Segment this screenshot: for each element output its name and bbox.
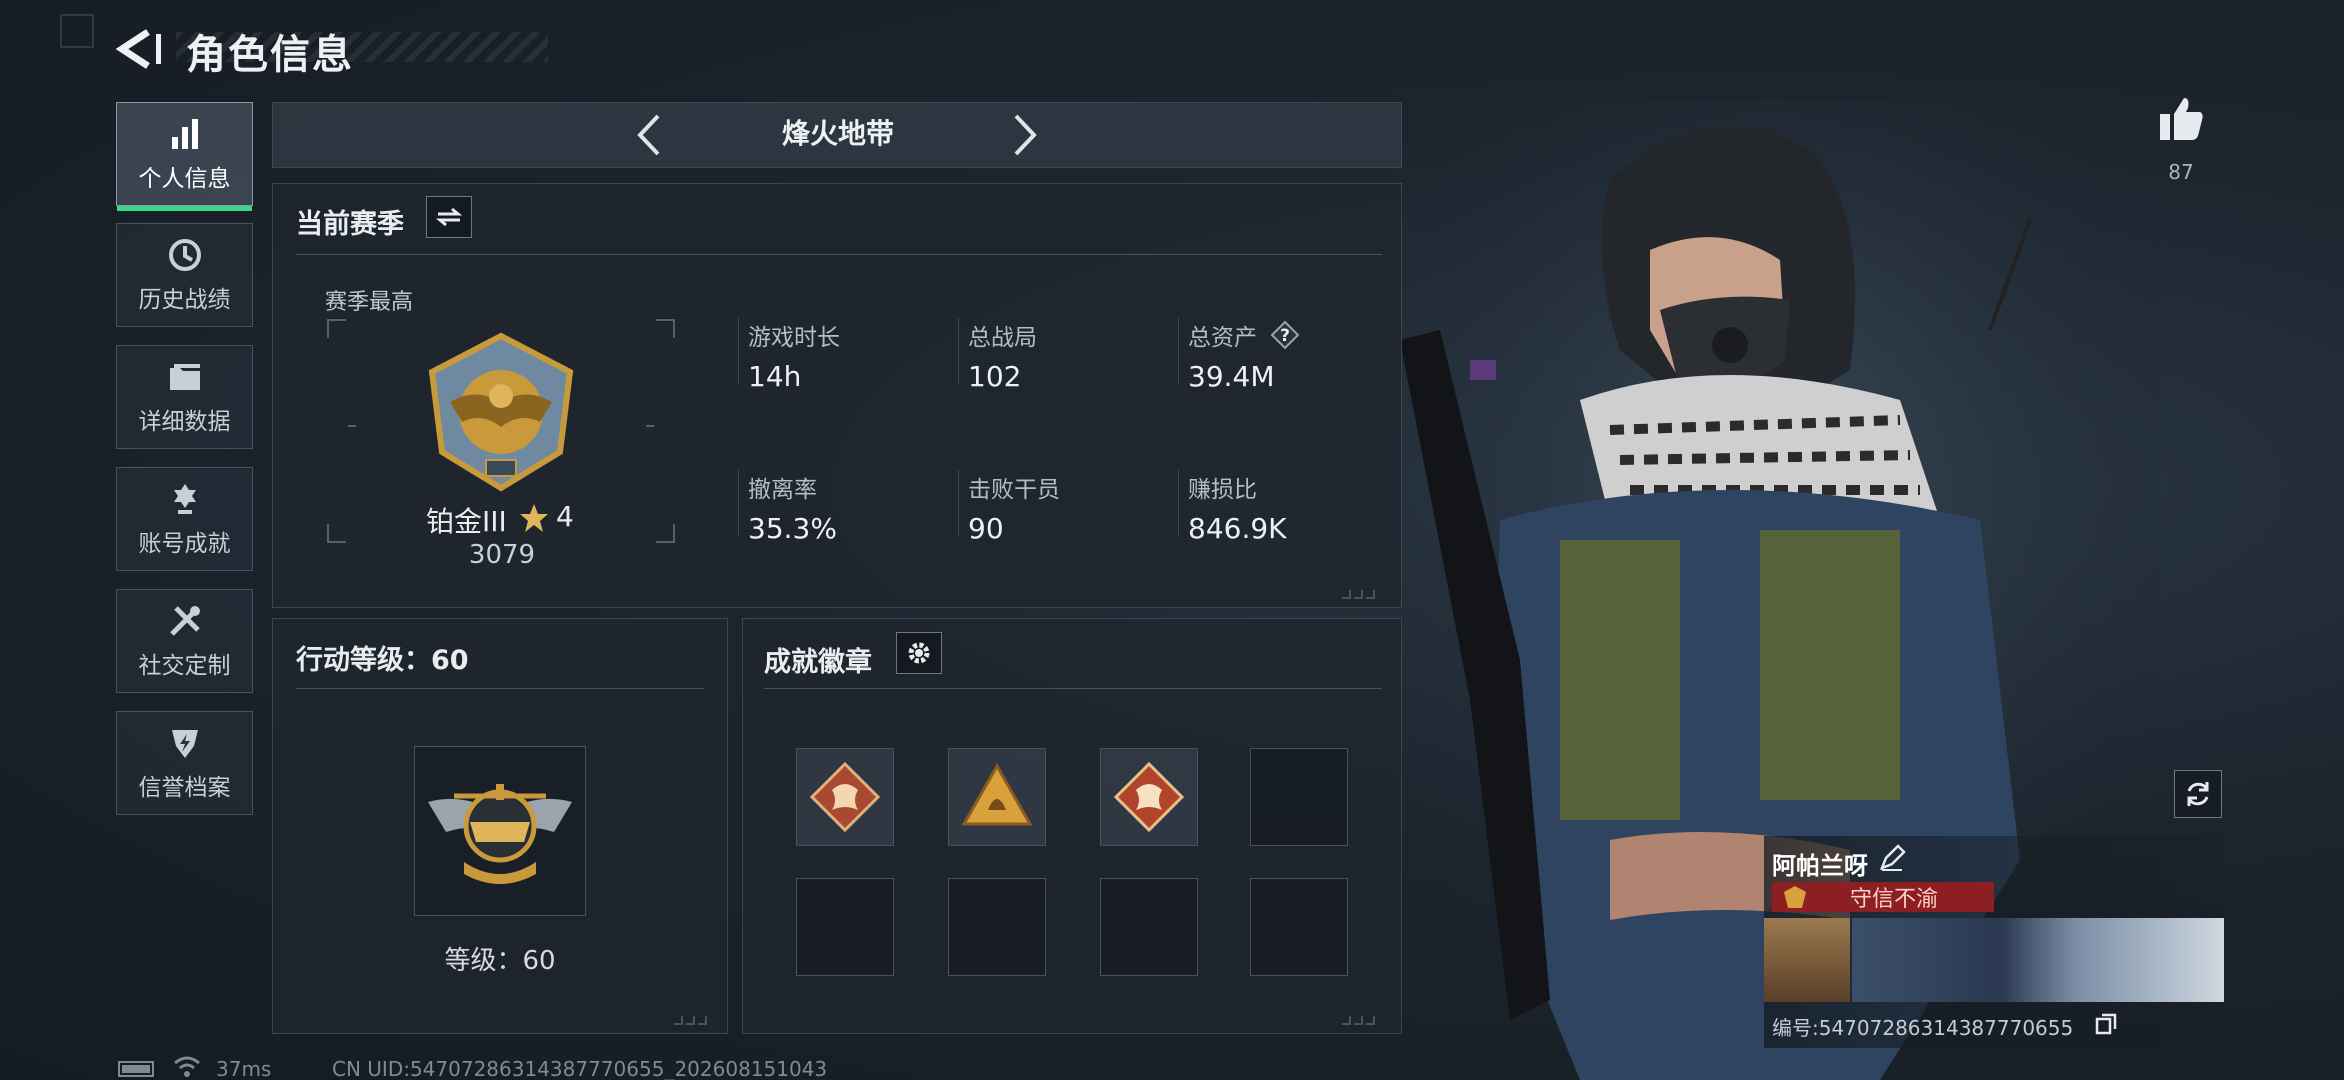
stat-separator (738, 470, 739, 536)
banner-image (1852, 918, 2224, 1002)
swap-icon (436, 207, 462, 227)
page-title: 角色信息 (186, 32, 354, 78)
refresh-icon (2187, 782, 2209, 806)
battery-icon (118, 1061, 154, 1077)
action-level-title: 行动等级：60 (296, 645, 469, 676)
like-count: 87 (2168, 160, 2194, 184)
sidebar-item-social-custom[interactable]: 社交定制 (116, 589, 253, 693)
stat-label-play-time: 游戏时长 (748, 325, 840, 351)
badge-slot-8[interactable] (1250, 878, 1348, 976)
stat-value-operators-defeated: 90 (968, 512, 1004, 545)
stat-value-play-time: 14h (748, 360, 802, 393)
uid-text: CN UID:547072863143877706​55_20260815104… (332, 1057, 828, 1080)
ping-value: 37ms (216, 1057, 272, 1080)
mode-name: 烽火地带 (781, 117, 894, 150)
stat-label-total-assets: 总资产 (1188, 325, 1257, 351)
dragon-badge-icon (809, 761, 881, 833)
character-info-screen: 角色信息 个人信息 历史战绩 详细数据 账号成就 社交定制 信誉档案 烽火地带 … (0, 0, 2344, 1080)
svg-text:?: ? (1280, 326, 1290, 346)
player-name: 阿帕兰呀 (1772, 852, 1868, 880)
sidebar-item-credit-record[interactable]: 信誉档案 (116, 711, 253, 815)
switch-season-button[interactable] (426, 196, 472, 238)
achievement-settings-button[interactable] (896, 632, 942, 674)
sidebar-item-label: 历史战绩 (138, 287, 231, 313)
wifi-icon (174, 1056, 200, 1077)
season-best-label: 赛季最高 (325, 290, 414, 315)
corner-decoration (60, 14, 94, 48)
helicopter-level-emblem-icon (428, 784, 572, 884)
sidebar-item-label: 个人信息 (138, 166, 231, 192)
stat-separator (738, 318, 739, 384)
back-arrow-icon[interactable] (112, 26, 162, 72)
thumbs-up-icon[interactable] (2156, 94, 2206, 144)
season-title: 当前赛季 (296, 209, 404, 240)
history-clock-icon (168, 239, 201, 271)
sidebar-item-label: 社交定制 (138, 653, 231, 679)
stat-separator (958, 318, 959, 384)
section-divider (764, 688, 1382, 689)
stat-label-extract-rate: 撤离率 (748, 477, 817, 503)
stat-value-total-assets: 39.4M (1188, 360, 1275, 393)
sidebar-item-match-history[interactable]: 历史战绩 (116, 223, 253, 327)
player-title-tag: 守信不渝 (1772, 882, 1994, 912)
sidebar-item-label: 详细数据 (138, 409, 231, 435)
rank-score: 3079 (468, 540, 536, 570)
badge-slot-6[interactable] (948, 878, 1046, 976)
platinum-rank-emblem-icon (428, 332, 574, 492)
badge-slot-7[interactable] (1100, 878, 1198, 976)
help-icon[interactable]: ? (1270, 320, 1300, 350)
edit-pencil-icon[interactable] (1878, 844, 1906, 872)
corner-decoration (674, 1016, 707, 1025)
achievements-title: 成就徽章 (764, 647, 872, 678)
badge-slot-4[interactable] (1250, 748, 1348, 846)
emblem-icon (1784, 886, 1806, 908)
refresh-appearance-button[interactable] (2174, 770, 2222, 818)
level-text: 等级：60 (444, 946, 556, 976)
stat-label-profit-loss-ratio: 赚损比 (1188, 477, 1257, 503)
corner-decoration (1342, 1016, 1375, 1025)
stat-label-operators-defeated: 击败干员 (968, 477, 1060, 503)
dragon-badge-icon (1113, 761, 1185, 833)
corner-decoration (1342, 590, 1375, 599)
rank-stars: 4 (556, 500, 574, 533)
stat-separator (1178, 470, 1179, 536)
sidebar-item-achievements[interactable]: 账号成就 (116, 467, 253, 571)
badge-slot-3[interactable] (1100, 748, 1198, 846)
stat-value-profit-loss-ratio: 846.9K (1188, 512, 1287, 545)
stat-value-total-matches: 102 (968, 360, 1022, 393)
badge-slot-2[interactable] (948, 748, 1046, 846)
gear-icon (908, 642, 930, 664)
profile-showcase[interactable] (1764, 918, 2224, 1002)
player-id: 编号:547072863143877706​55 (1772, 1016, 2074, 1040)
stat-value-extract-rate: 35.3% (748, 512, 837, 545)
copy-icon[interactable] (2094, 1012, 2118, 1036)
stat-separator (1178, 318, 1179, 384)
avatar (1764, 918, 1850, 1002)
stat-separator (958, 470, 959, 536)
bar-chart-icon (171, 119, 198, 149)
section-divider (296, 254, 1382, 255)
stat-label-total-matches: 总战局 (968, 325, 1037, 351)
folder-icon (169, 364, 200, 390)
tools-icon (169, 606, 200, 636)
star-icon (520, 504, 548, 532)
sidebar-item-label: 信誉档案 (138, 775, 231, 801)
sidebar-item-label: 账号成就 (138, 531, 231, 557)
player-title-text: 守信不渝 (1850, 887, 1939, 912)
medal-icon (173, 484, 196, 514)
badge-slot-1[interactable] (796, 748, 894, 846)
badge-slot-5[interactable] (796, 878, 894, 976)
sidebar-item-personal-info[interactable]: 个人信息 (116, 102, 253, 211)
triangle-beast-badge-icon (961, 762, 1033, 826)
shield-bolt-icon (171, 730, 198, 758)
chevron-right-icon[interactable] (1004, 110, 1044, 160)
sidebar-item-detailed-data[interactable]: 详细数据 (116, 345, 253, 449)
chevron-left-icon[interactable] (630, 110, 670, 160)
section-divider (296, 688, 704, 689)
